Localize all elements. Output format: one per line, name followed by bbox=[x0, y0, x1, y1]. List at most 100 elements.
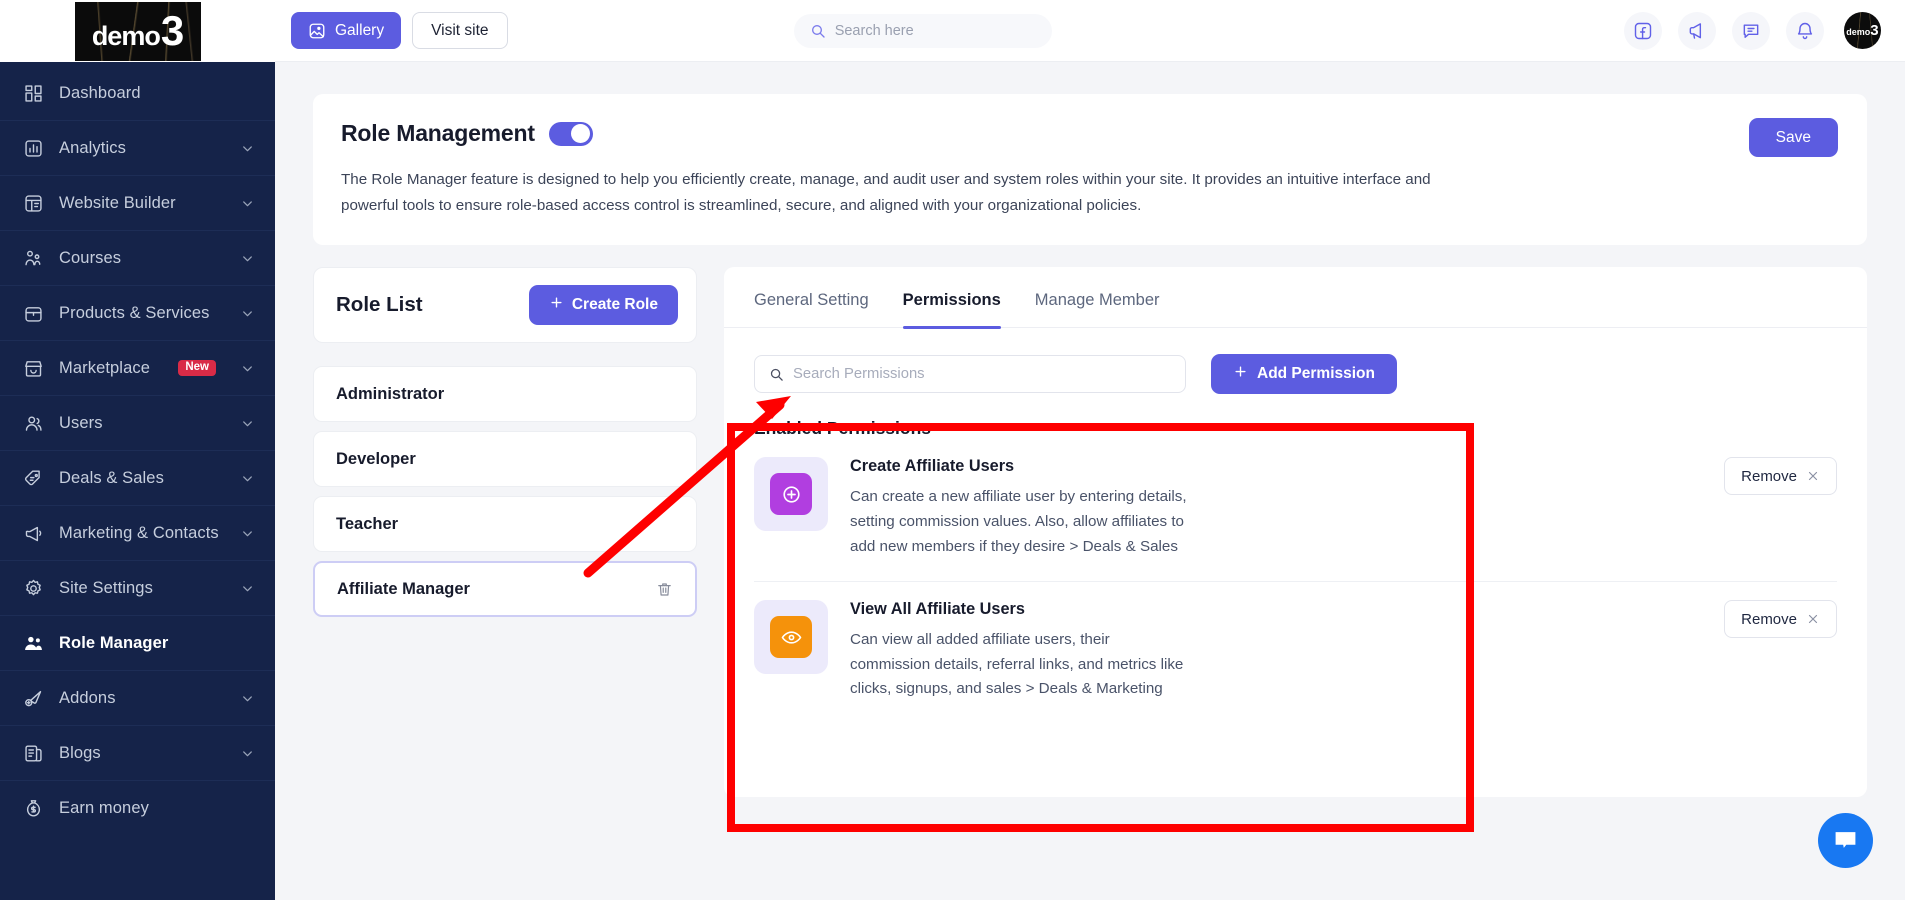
role-detail-column: General Setting Permissions Manage Member bbox=[724, 267, 1867, 798]
permission-row: View All Affiliate Users Can view all add… bbox=[754, 581, 1837, 724]
chevron-down-icon[interactable] bbox=[240, 196, 255, 211]
chevron-down-icon[interactable] bbox=[240, 746, 255, 761]
permission-search-input[interactable] bbox=[793, 366, 1171, 383]
chat-bubble-icon-button[interactable] bbox=[1731, 11, 1770, 50]
remove-label: Remove bbox=[1741, 610, 1797, 628]
marketplace-icon bbox=[22, 357, 45, 380]
sidebar-item-marketing-contacts[interactable]: Marketing & Contacts bbox=[0, 506, 275, 561]
topbar-icon-group: demo 3 bbox=[1623, 11, 1881, 50]
role-item-name: Affiliate Manager bbox=[337, 579, 470, 598]
courses-icon bbox=[22, 247, 45, 270]
chevron-down-icon[interactable] bbox=[240, 251, 255, 266]
blogs-icon bbox=[22, 742, 45, 765]
tab-general-setting[interactable]: General Setting bbox=[754, 291, 869, 327]
role-item-name: Teacher bbox=[336, 514, 399, 533]
sidebar-item-users[interactable]: Users bbox=[0, 396, 275, 451]
sidebar-item-label: Users bbox=[59, 413, 103, 432]
gallery-button[interactable]: Gallery bbox=[291, 12, 402, 49]
role-item-list: Administrator Developer Teacher Affiliate M… bbox=[313, 366, 697, 618]
global-search[interactable] bbox=[793, 13, 1052, 48]
megaphone-icon bbox=[1687, 21, 1707, 41]
sidebar-item-label: Addons bbox=[59, 688, 116, 707]
sidebar-item-label: Courses bbox=[59, 248, 122, 267]
sidebar-item-label: Role Manager bbox=[59, 633, 169, 652]
sidebar-item-website-builder[interactable]: Website Builder bbox=[0, 176, 275, 231]
visit-site-button[interactable]: Visit site bbox=[412, 12, 508, 49]
sidebar-nav: Dashboard Analytics Website Builder Courses… bbox=[0, 62, 275, 900]
delete-role-icon[interactable] bbox=[656, 581, 673, 598]
chevron-down-icon[interactable] bbox=[240, 416, 255, 431]
role-item[interactable]: Affiliate Manager bbox=[313, 561, 697, 618]
megaphone-icon-button[interactable] bbox=[1677, 11, 1716, 50]
role-item[interactable]: Developer bbox=[313, 431, 697, 488]
sidebar-item-marketplace[interactable]: Marketplace New bbox=[0, 341, 275, 396]
detail-tabs: General Setting Permissions Manage Member bbox=[724, 291, 1867, 329]
facebook-icon bbox=[1633, 21, 1653, 41]
page-content: Role Management Save The Role Manager fe… bbox=[275, 62, 1905, 900]
role-list-column: Role List Create Role Administrator Devel… bbox=[313, 267, 697, 797]
role-management-card: Role Management Save The Role Manager fe… bbox=[313, 94, 1867, 246]
brand-logo[interactable]: demo 3 bbox=[0, 0, 275, 62]
remove-label: Remove bbox=[1741, 467, 1797, 485]
chevron-down-icon[interactable] bbox=[240, 306, 255, 321]
sidebar-item-label: Marketing & Contacts bbox=[59, 523, 219, 542]
chevron-down-icon[interactable] bbox=[240, 471, 255, 486]
sidebar-item-dashboard[interactable]: Dashboard bbox=[0, 66, 275, 121]
sidebar-item-courses[interactable]: Courses bbox=[0, 231, 275, 286]
sidebar-item-addons[interactable]: Addons bbox=[0, 671, 275, 726]
chevron-down-icon[interactable] bbox=[240, 581, 255, 596]
website-builder-icon bbox=[22, 192, 45, 215]
logo-accent: 3 bbox=[160, 7, 184, 54]
close-icon bbox=[1806, 612, 1820, 626]
plus-circle-icon bbox=[770, 473, 812, 516]
chevron-down-icon[interactable] bbox=[240, 361, 255, 376]
permission-description: Can view all added affiliate users, thei… bbox=[850, 631, 1184, 698]
role-item[interactable]: Teacher bbox=[313, 496, 697, 553]
sidebar-item-earn-money[interactable]: Earn money bbox=[0, 781, 275, 836]
sidebar-item-blogs[interactable]: Blogs bbox=[0, 726, 275, 781]
gallery-label: Gallery bbox=[335, 21, 385, 39]
chat-widget-button[interactable] bbox=[1818, 813, 1873, 868]
sidebar-item-label: Products & Services bbox=[59, 303, 210, 322]
create-role-button[interactable]: Create Role bbox=[528, 285, 678, 326]
role-item[interactable]: Administrator bbox=[313, 366, 697, 423]
sidebar-item-products-services[interactable]: Products & Services bbox=[0, 286, 275, 341]
add-permission-label: Add Permission bbox=[1257, 365, 1375, 383]
bell-icon-button[interactable] bbox=[1785, 11, 1824, 50]
remove-permission-button[interactable]: Remove bbox=[1724, 600, 1837, 639]
save-button[interactable]: Save bbox=[1748, 118, 1838, 157]
role-management-toggle[interactable] bbox=[548, 121, 593, 146]
chevron-down-icon[interactable] bbox=[240, 526, 255, 541]
enabled-permissions-section: Enabled Permissions Create Affiliate Use… bbox=[724, 394, 1867, 724]
page-title: Role Management bbox=[341, 120, 535, 146]
plus-icon bbox=[549, 295, 564, 315]
facebook-icon-button[interactable] bbox=[1623, 11, 1662, 50]
role-item-name: Developer bbox=[336, 449, 416, 468]
sidebar-item-label: Deals & Sales bbox=[59, 468, 164, 487]
avatar[interactable]: demo 3 bbox=[1843, 12, 1881, 49]
earn-money-icon bbox=[22, 797, 45, 820]
role-list-title: Role List bbox=[336, 293, 423, 317]
sidebar-item-analytics[interactable]: Analytics bbox=[0, 121, 275, 176]
chevron-down-icon[interactable] bbox=[240, 141, 255, 156]
chevron-down-icon[interactable] bbox=[240, 691, 255, 706]
search-icon bbox=[810, 23, 826, 39]
sidebar-item-role-manager[interactable]: Role Manager bbox=[0, 616, 275, 671]
sidebar-item-label: Blogs bbox=[59, 743, 101, 762]
global-search-input[interactable] bbox=[834, 22, 1036, 39]
tab-permissions[interactable]: Permissions bbox=[902, 291, 1001, 329]
sidebar-item-deals-sales[interactable]: Deals & Sales bbox=[0, 451, 275, 506]
permission-search[interactable] bbox=[754, 355, 1186, 394]
avatar-label: demo 3 bbox=[1846, 22, 1879, 39]
gallery-icon bbox=[308, 22, 326, 40]
tab-manage-member[interactable]: Manage Member bbox=[1035, 291, 1160, 327]
role-grid: Role List Create Role Administrator Devel… bbox=[313, 267, 1867, 798]
remove-permission-button[interactable]: Remove bbox=[1724, 457, 1837, 496]
site-settings-icon bbox=[22, 577, 45, 600]
permission-name: Create Affiliate Users bbox=[850, 457, 1015, 476]
create-role-label: Create Role bbox=[571, 296, 658, 314]
users-icon bbox=[22, 412, 45, 435]
add-permission-button[interactable]: Add Permission bbox=[1211, 354, 1397, 395]
sidebar-item-label: Website Builder bbox=[59, 193, 176, 212]
sidebar-item-site-settings[interactable]: Site Settings bbox=[0, 561, 275, 616]
